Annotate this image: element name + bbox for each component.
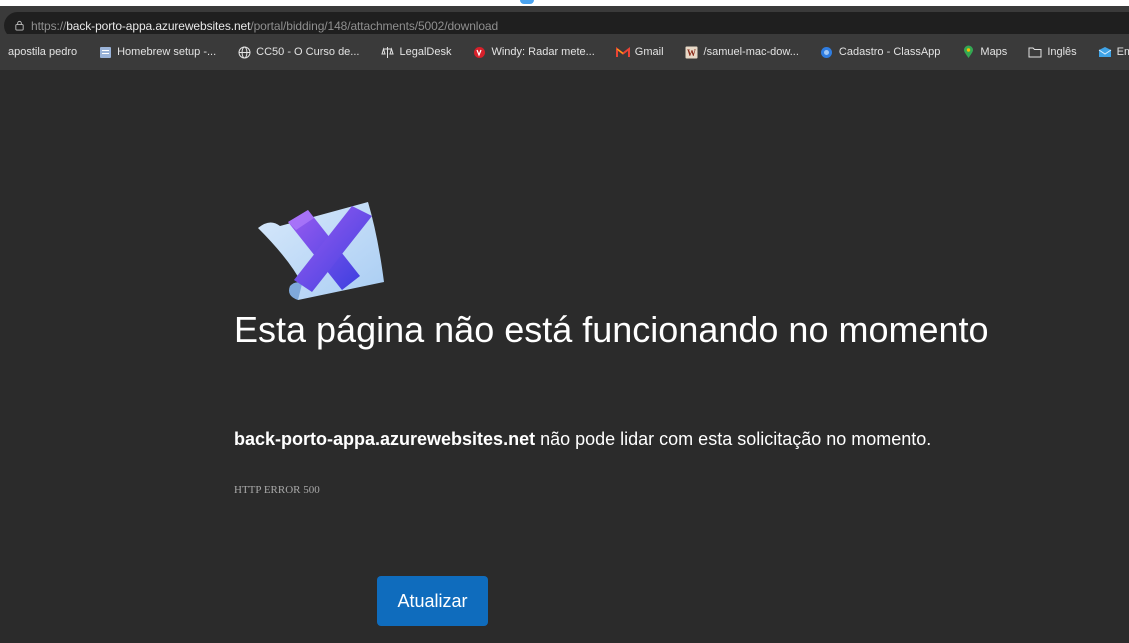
gmail-icon [615,45,630,59]
refresh-button[interactable]: Atualizar [377,576,488,626]
bookmark-cc50[interactable]: CC50 - O Curso de... [237,45,359,59]
error-page: Esta página não está funcionando no mome… [0,70,1129,643]
address-bar: https://back-porto-appa.azurewebsites.ne… [0,6,1129,39]
bookmark-samuel-mac[interactable]: W /samuel-mac-dow... [685,45,799,59]
error-title: Esta página não está funcionando no mome… [234,309,989,350]
url-text[interactable]: https://back-porto-appa.azurewebsites.ne… [31,19,498,33]
maps-icon [961,45,975,59]
bookmark-label: Homebrew setup -... [117,46,217,58]
bookmark-legaldesk[interactable]: LegalDesk [380,45,451,59]
broken-page-icon [258,202,384,300]
bookmark-ingles[interactable]: Inglês [1028,45,1077,59]
site-info-icon[interactable] [14,20,25,31]
bookmark-label: Maps [980,46,1008,58]
bookmark-label: Gmail [634,46,664,58]
windy-icon [472,45,486,59]
globe-icon [237,45,251,59]
url-host: back-porto-appa.azurewebsites.net [66,18,251,33]
bookmark-classapp[interactable]: Cadastro - ClassApp [820,45,941,59]
bookmark-email-ava[interactable]: Email AVA – JAIME... [1098,45,1129,59]
bookmark-homebrew[interactable]: Homebrew setup -... [98,45,216,59]
bookmark-gmail[interactable]: Gmail [615,45,664,59]
bookmark-label: LegalDesk [399,46,452,58]
url-path: /portal/bidding/148/attachments/5002/dow… [250,18,499,33]
bookmarks-bar: apostila pedro Homebrew setup -... CC50 … [0,34,1129,70]
bookmark-label: apostila pedro [8,46,78,58]
bookmark-label: Windy: Radar mete... [491,46,595,58]
folder-icon [1028,45,1042,59]
error-description: back-porto-appa.azurewebsites.net não po… [234,429,1114,450]
error-host: back-porto-appa.azurewebsites.net [234,429,536,449]
doc-icon [98,45,112,59]
bookmark-label: Email AVA – JAIME... [1116,46,1129,58]
error-code: HTTP ERROR 500 [234,484,320,496]
bookmark-label: CC50 - O Curso de... [256,46,360,58]
bookmark-apostila-pedro[interactable]: apostila pedro [8,46,77,58]
bookmark-label: Cadastro - ClassApp [838,46,941,58]
classapp-icon [820,45,834,59]
scale-icon [380,45,394,59]
bookmark-label: /samuel-mac-dow... [703,46,799,58]
svg-text:W: W [687,48,696,58]
error-message: não pode lidar com esta solicitação no m… [535,429,932,449]
bookmark-label: Inglês [1047,46,1077,58]
bookmark-windy[interactable]: Windy: Radar mete... [472,45,595,59]
w-icon: W [685,45,699,59]
mail-icon [1098,45,1112,59]
tab-indicator [520,0,534,4]
bookmark-maps[interactable]: Maps [961,45,1007,59]
